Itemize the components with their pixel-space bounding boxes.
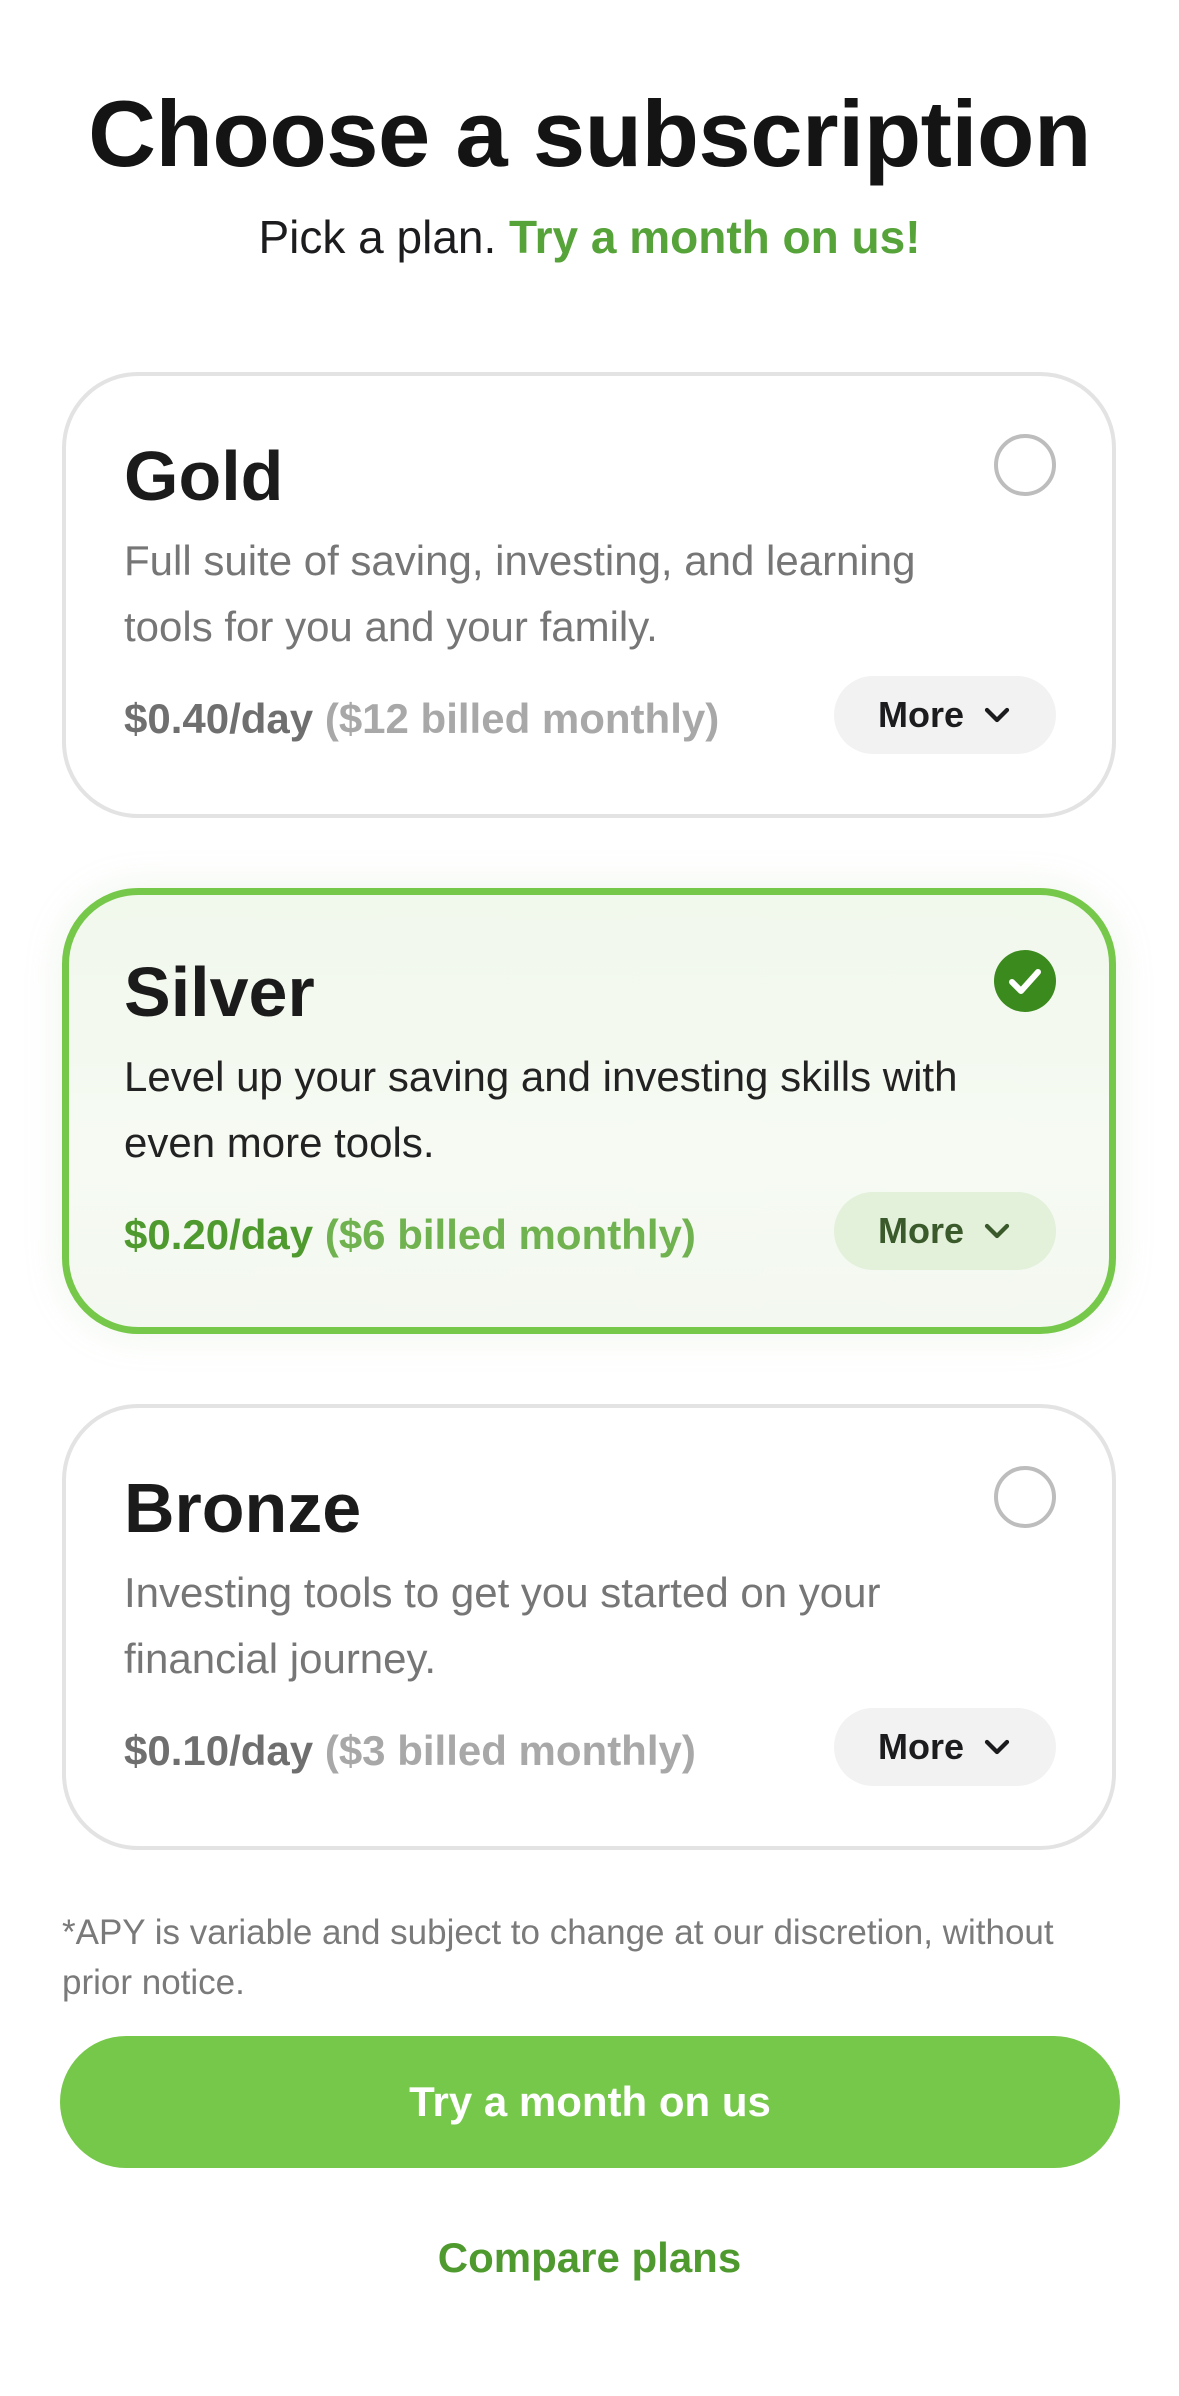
check-circle-icon[interactable] <box>994 950 1056 1012</box>
more-label: More <box>877 1210 964 1251</box>
price-per-day: $0.20/day <box>124 1211 314 1258</box>
plan-card-silver[interactable]: Silver Level up your saving and investin… <box>62 888 1116 1334</box>
more-button[interactable]: More <box>834 676 1056 754</box>
price-per-day: $0.40/day <box>124 695 314 742</box>
plan-price: $0.20/day ($6 billed monthly) <box>124 1210 696 1260</box>
price-billed: ($6 billed monthly) <box>324 1211 696 1258</box>
price-billed: ($3 billed monthly) <box>324 1727 696 1774</box>
chevron-down-icon <box>984 1739 1010 1755</box>
more-label: More <box>877 1726 964 1767</box>
page-subtitle: Pick a plan. Try a month on us! <box>0 210 1179 265</box>
checkmark-icon <box>1009 969 1041 994</box>
page-title: Choose a subscription <box>88 81 1091 186</box>
compare-plans-link[interactable]: Compare plans <box>0 2234 1179 2282</box>
subtitle-lead: Pick a plan. <box>258 211 497 263</box>
plan-description: Investing tools to get you started on yo… <box>124 1569 881 1682</box>
plan-description: Full suite of saving, investing, and lea… <box>124 537 916 650</box>
chevron-down-icon <box>984 1223 1010 1239</box>
more-button[interactable]: More <box>834 1708 1056 1786</box>
radio-empty-icon[interactable] <box>994 434 1056 496</box>
try-month-button[interactable]: Try a month on us <box>60 2036 1120 2168</box>
more-button[interactable]: More <box>834 1192 1056 1270</box>
apy-disclaimer: *APY is variable and subject to change a… <box>62 1913 1054 2002</box>
plan-name: Gold <box>124 437 284 515</box>
plan-name: Silver <box>124 953 315 1031</box>
plan-price: $0.10/day ($3 billed monthly) <box>124 1726 696 1776</box>
price-billed: ($12 billed monthly) <box>324 695 720 742</box>
subscription-screen: Choose a subscription Pick a plan. Try a… <box>0 0 1179 2396</box>
subtitle-accent: Try a month on us! <box>509 211 921 263</box>
plan-name: Bronze <box>124 1469 362 1547</box>
more-label: More <box>877 694 964 735</box>
plan-price: $0.40/day ($12 billed monthly) <box>124 694 719 744</box>
chevron-down-icon <box>984 707 1010 723</box>
plan-description: Level up your saving and investing skill… <box>124 1053 958 1166</box>
plan-card-gold[interactable]: Gold Full suite of saving, investing, an… <box>62 372 1116 818</box>
radio-empty-icon[interactable] <box>994 1466 1056 1528</box>
price-per-day: $0.10/day <box>124 1727 314 1774</box>
plan-card-bronze[interactable]: Bronze Investing tools to get you starte… <box>62 1404 1116 1850</box>
